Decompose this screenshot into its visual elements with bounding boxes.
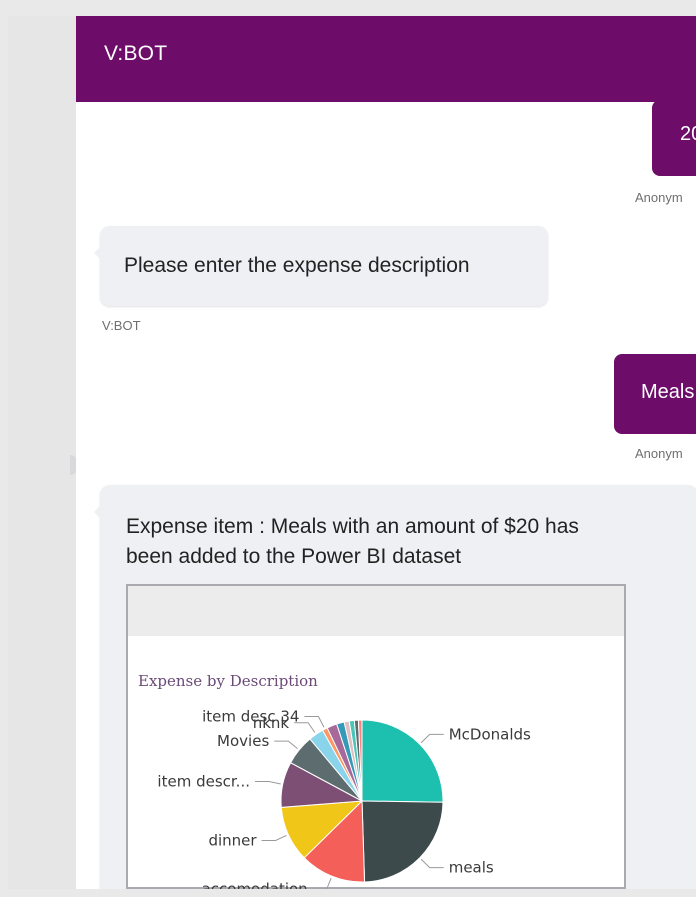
power-bi-visual[interactable]: Expense by Description McDonaldsmealsacc… [126,584,626,889]
pie-chart: McDonalds meals accomodation dinner item des… [157,708,531,889]
pie-slice[interactable] [361,800,444,883]
slice-label: accomodation [202,880,308,889]
message-text-line-1: Expense item : Meals with an amount of $… [126,515,579,538]
slice-label: item desc 34 [202,708,299,726]
message-author: Anonym [635,446,683,461]
slice-label: item descr... [157,773,250,791]
bot-message: Please enter the expense description [94,226,548,306]
leader-line [274,740,298,750]
chat-transcript: 20 Anonym Please enter the expense descr… [76,102,696,889]
message-author: V:BOT [102,318,141,333]
leader-line [261,835,287,841]
message-text: 20 [680,123,696,145]
leader-line [312,877,332,889]
message-text-line-2: been added to the Power BI dataset [126,545,462,568]
leader-line [420,858,444,869]
slice-label: meals [449,859,494,877]
message-text: Please enter the expense description [124,254,470,277]
window-bottom-border [0,889,696,897]
left-panel [8,16,76,897]
slice-label: dinner [208,831,257,849]
leader-line [304,716,325,728]
user-message-amount: 20 [652,102,696,176]
leader-line [420,733,444,744]
bot-title: V:BOT [104,42,168,65]
slice-label: McDonalds [449,725,531,743]
window-top-border [0,0,696,16]
message-text: Meals [641,381,695,403]
message-author: Anonym [635,190,683,205]
chat-header: V:BOT [76,16,696,102]
leader-line [255,781,281,785]
user-message-description: Meals [614,354,696,434]
pie-slice[interactable] [361,719,444,803]
slice-label: Movies [217,732,269,750]
